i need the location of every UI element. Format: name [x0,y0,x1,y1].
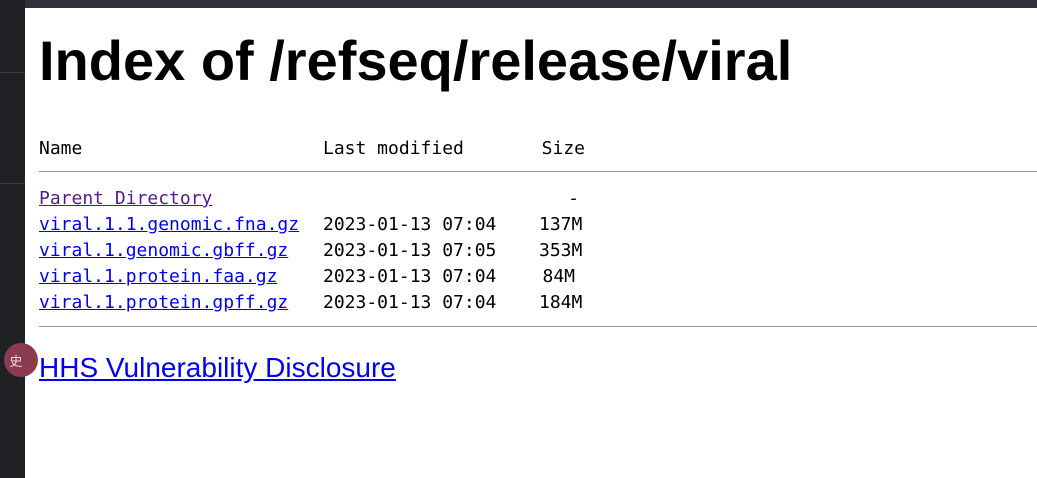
listing-header-row: Name Last modified Size [39,136,1037,162]
sidebar-divider [0,183,25,184]
file-modified: 2023-01-13 07:04 [323,214,497,235]
left-sidebar [0,0,25,478]
file-link[interactable]: viral.1.1.genomic.fna.gz [39,212,299,238]
file-modified: 2023-01-13 07:05 [323,240,497,261]
browser-top-bar [0,0,1037,8]
file-size: 84M [542,266,575,287]
file-size: 137M [539,214,583,235]
file-size: - [568,188,579,209]
table-row: viral.1.genomic.gbff.gz 2023-01-13 07:05… [39,238,1037,264]
sidebar-divider [0,72,25,73]
avatar[interactable]: 史 [4,343,38,377]
table-row: viral.1.1.genomic.fna.gz 2023-01-13 07:0… [39,212,1037,238]
file-link[interactable]: viral.1.protein.gpff.gz [39,290,288,316]
footer-divider [39,326,1037,327]
column-header-size[interactable]: Size [539,136,585,162]
column-header-name[interactable]: Name [39,136,82,162]
hhs-vulnerability-disclosure-link[interactable]: HHS Vulnerability Disclosure [39,352,396,384]
file-link[interactable]: viral.1.protein.faa.gz [39,264,277,290]
parent-directory-row: Parent Directory - [39,186,1037,212]
table-row: viral.1.protein.gpff.gz 2023-01-13 07:04… [39,290,1037,316]
file-size: 184M [539,292,583,313]
column-header-last-modified[interactable]: Last modified [323,136,464,162]
file-list: Parent Directory - viral.1.1.genomic.fna… [39,186,1037,316]
directory-listing: Name Last modified Size Parent Directory… [39,136,1037,327]
file-size: 353M [539,240,583,261]
file-modified: 2023-01-13 07:04 [323,292,497,313]
parent-directory-link[interactable]: Parent Directory [39,186,212,212]
table-row: viral.1.protein.faa.gz 2023-01-13 07:04 … [39,264,1037,290]
file-modified: 2023-01-13 07:04 [323,266,497,287]
header-divider [39,171,1037,172]
file-link[interactable]: viral.1.genomic.gbff.gz [39,238,288,264]
page-title: Index of /refseq/release/viral [39,29,793,92]
